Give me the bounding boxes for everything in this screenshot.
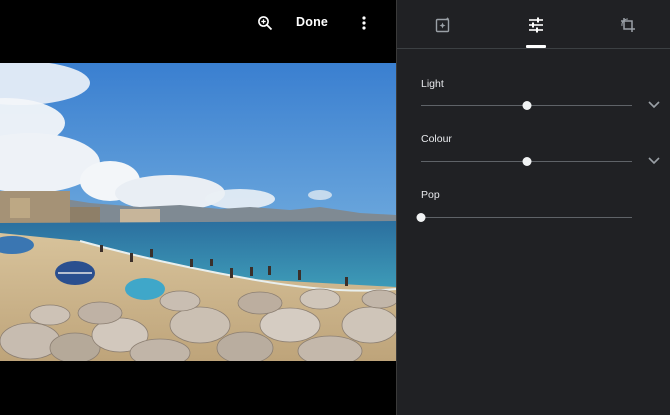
chevron-down-icon[interactable] [647, 98, 661, 112]
colour-label: Colour [421, 133, 452, 145]
light-label: Light [421, 78, 444, 90]
more-vert-icon[interactable] [354, 13, 374, 33]
active-tab-indicator [526, 45, 546, 48]
crop-rotate-icon[interactable] [615, 12, 641, 38]
adjust-panel: Light Colour Pop [397, 0, 670, 415]
photo-viewer: Done [0, 0, 396, 415]
light-slider-track[interactable] [421, 101, 632, 110]
auto-fix-icon[interactable] [430, 12, 456, 38]
pop-slider-thumb[interactable] [416, 213, 426, 222]
editor-tabs [397, 0, 670, 49]
chevron-down-icon[interactable] [647, 154, 661, 168]
light-slider-thumb[interactable] [522, 101, 531, 110]
pop-slider-track[interactable] [416, 213, 632, 222]
colour-slider-track[interactable] [421, 157, 632, 166]
tune-icon[interactable] [523, 12, 549, 38]
zoom-in-icon[interactable] [255, 13, 275, 33]
editor-toolbar: Done [0, 0, 396, 46]
done-button[interactable]: Done [296, 15, 328, 29]
beach-photo [0, 63, 396, 361]
colour-slider-thumb[interactable] [522, 157, 531, 166]
pop-label: Pop [421, 189, 440, 201]
